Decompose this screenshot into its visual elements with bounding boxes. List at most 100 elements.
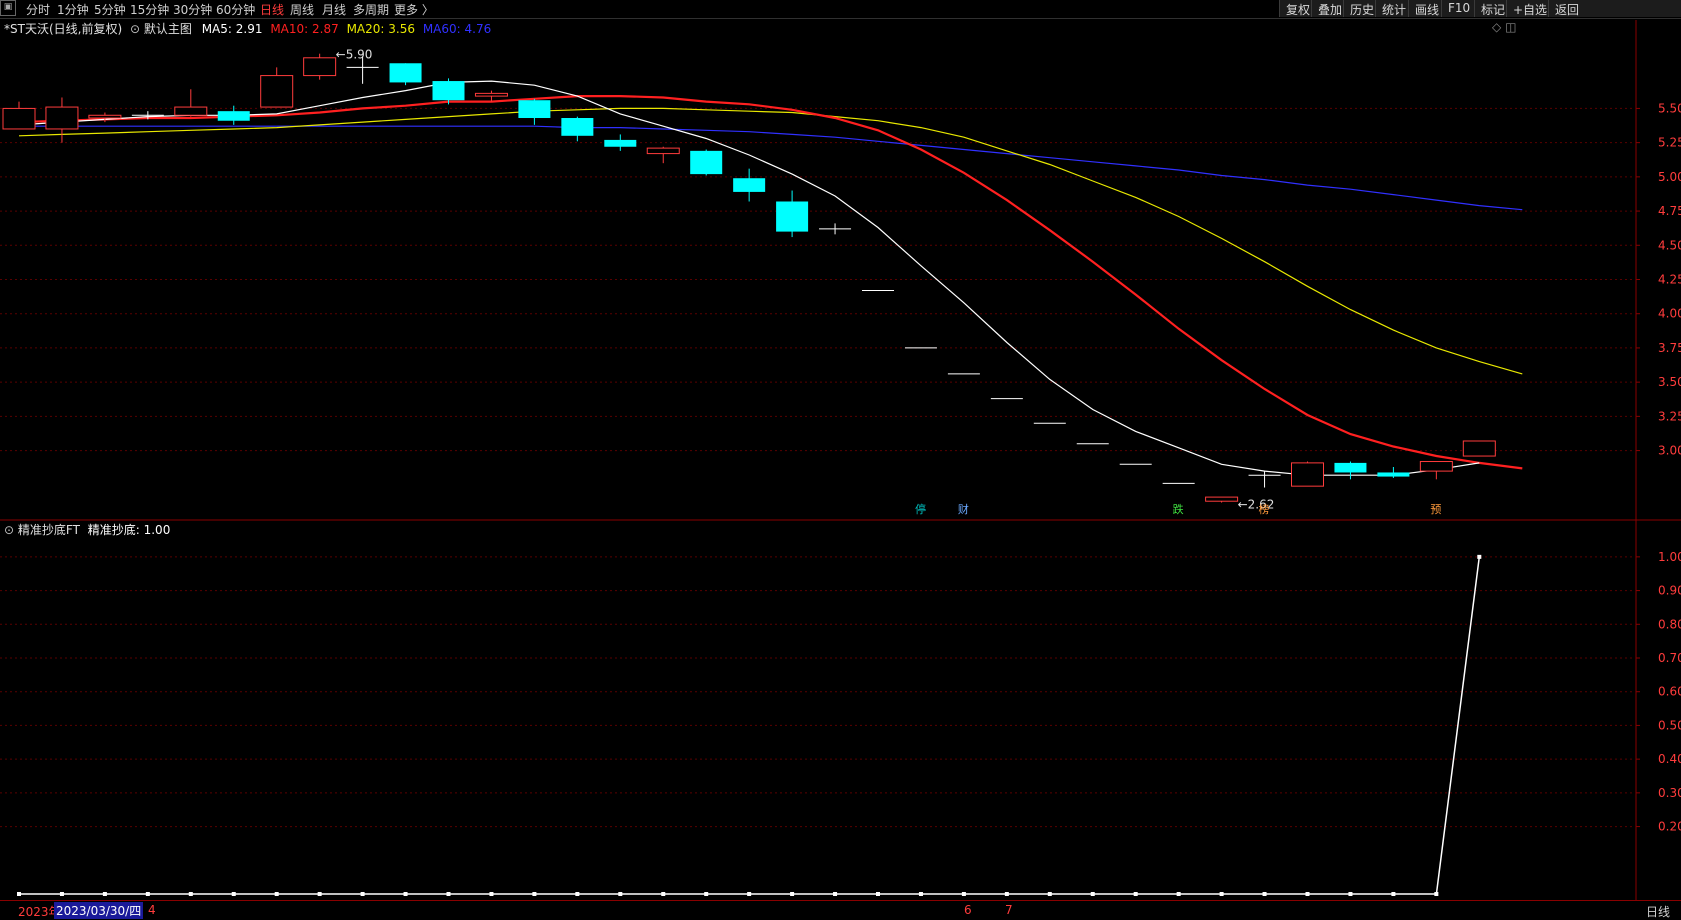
high-price-label: ←5.90	[336, 48, 373, 62]
main-axis-label: 3.50	[1658, 375, 1681, 389]
candle-body	[474, 92, 508, 97]
indicator-point	[403, 892, 408, 896]
event-marker[interactable]: 预	[1430, 503, 1441, 516]
indicator-point	[1391, 892, 1396, 896]
candle[interactable]	[733, 168, 766, 202]
indicator-axis-label: 0.50	[1658, 718, 1681, 732]
candle[interactable]	[260, 67, 294, 108]
indicator-point	[747, 892, 752, 896]
candle[interactable]	[561, 116, 594, 142]
candle[interactable]	[1462, 440, 1496, 457]
main-axis-label: 4.00	[1658, 307, 1681, 321]
candle[interactable]	[1334, 461, 1367, 480]
indicator-point	[618, 892, 623, 896]
indicator-axis-label: 0.30	[1658, 786, 1681, 800]
candle[interactable]	[174, 89, 208, 117]
candle-body	[2, 107, 36, 130]
month-mark-7: 7	[1005, 903, 1013, 917]
candle-body	[88, 114, 122, 119]
event-marker[interactable]: 榜	[1259, 502, 1270, 516]
candle[interactable]	[646, 146, 680, 164]
indicator-point	[274, 892, 279, 896]
candle-body	[690, 150, 723, 175]
ma10-line	[18, 94, 1523, 470]
candle-body	[776, 201, 809, 232]
candle-body	[1377, 472, 1410, 477]
candle-body	[604, 139, 637, 147]
indicator-point	[17, 892, 21, 896]
indicator-point	[1004, 892, 1009, 896]
candle-body	[1291, 462, 1324, 487]
event-marker[interactable]: 跌	[1173, 502, 1184, 516]
indicator-point	[360, 892, 365, 896]
event-marker[interactable]: 财	[958, 502, 969, 516]
candle-body	[646, 147, 680, 155]
month-mark-4: 4	[148, 903, 156, 917]
candle-body	[1334, 462, 1367, 473]
candle[interactable]	[303, 53, 337, 80]
month-mark-6: 6	[964, 903, 972, 917]
indicator-point	[833, 892, 838, 896]
candle-body	[260, 75, 294, 108]
indicator-point	[704, 892, 709, 896]
indicator-point	[317, 892, 322, 896]
main-axis-label: 4.75	[1658, 204, 1681, 218]
candle[interactable]	[819, 223, 852, 235]
candle[interactable]	[1377, 466, 1410, 478]
candle[interactable]	[45, 97, 79, 143]
candle-body	[1205, 496, 1239, 502]
event-marker[interactable]: 停	[915, 502, 926, 516]
indicator-axis-label: 0.80	[1658, 617, 1681, 631]
indicator-point	[918, 892, 923, 896]
indicator-point	[575, 892, 580, 896]
indicator-point	[102, 892, 107, 896]
candle[interactable]	[2, 101, 36, 130]
indicator-point	[1133, 892, 1138, 896]
candle-body	[174, 106, 208, 116]
indicator-point	[59, 892, 64, 896]
indicator-point	[1047, 892, 1052, 896]
main-axis-label: 5.25	[1658, 136, 1681, 150]
candle-body	[561, 118, 594, 136]
indicator-point	[961, 892, 966, 896]
indicator-point	[489, 892, 494, 896]
period-label: 日线	[1646, 905, 1671, 919]
main-axis-label: 4.50	[1658, 238, 1681, 252]
indicator-axis-label: 0.20	[1658, 820, 1681, 834]
candle-body	[1462, 440, 1496, 457]
main-axis-label: 3.75	[1658, 341, 1681, 355]
candle[interactable]	[1205, 496, 1239, 503]
indicator-point	[1434, 892, 1439, 896]
candle[interactable]	[1248, 471, 1281, 488]
indicator-point	[1477, 554, 1482, 559]
indicator-axis-label: 0.90	[1658, 584, 1681, 598]
candle-body	[45, 106, 79, 130]
candle[interactable]	[432, 78, 465, 105]
indicator-axis-label: 0.70	[1658, 651, 1681, 665]
indicator-point	[1348, 892, 1353, 896]
candle[interactable]	[1291, 461, 1324, 487]
candle[interactable]	[604, 134, 637, 151]
indicator-point	[532, 892, 537, 896]
indicator-axis-label: 0.40	[1658, 752, 1681, 766]
indicator-point	[790, 892, 795, 896]
kline-chart[interactable]: ←5.90←2.62停财跌榜预 5.505.255.004.754.504.25…	[0, 0, 1681, 917]
candle[interactable]	[1419, 461, 1453, 480]
candle[interactable]	[690, 149, 723, 176]
candle-body	[733, 178, 766, 192]
candle-body	[303, 57, 337, 77]
candle-body	[518, 100, 551, 119]
candle-body	[217, 111, 250, 121]
indicator-point	[1176, 892, 1181, 896]
indicator-point	[1262, 892, 1267, 896]
candle[interactable]	[217, 105, 250, 125]
candle[interactable]	[518, 98, 551, 125]
indicator-point	[1219, 892, 1224, 896]
main-axis-label: 5.50	[1658, 101, 1681, 115]
candle[interactable]	[389, 63, 422, 86]
candle[interactable]	[776, 190, 809, 238]
indicator-point	[876, 892, 880, 896]
indicator-point	[231, 892, 236, 896]
indicator-point	[1090, 892, 1095, 896]
main-axis-label: 3.25	[1658, 409, 1681, 423]
